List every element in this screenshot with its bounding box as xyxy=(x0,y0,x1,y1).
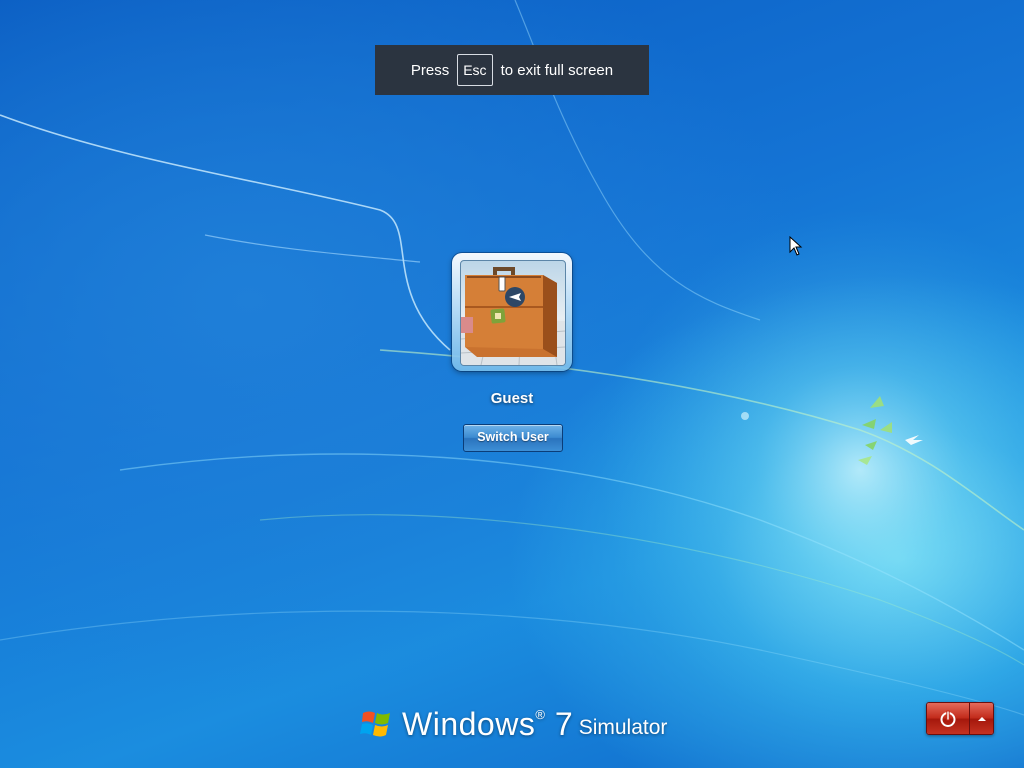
fullscreen-prefix: Press xyxy=(410,61,450,79)
user-name: Guest xyxy=(490,390,534,407)
shutdown-options-button[interactable] xyxy=(970,703,993,734)
product-name: Simulator xyxy=(578,716,668,739)
windows-wordmark: Windows xyxy=(402,705,536,742)
power-controls xyxy=(926,702,994,735)
windows-flag-icon xyxy=(360,711,390,737)
mouse-cursor-icon xyxy=(789,236,803,256)
triangle-up-icon xyxy=(977,716,986,721)
fullscreen-suffix: to exit full screen xyxy=(500,61,614,79)
shutdown-button[interactable] xyxy=(927,703,970,734)
suitcase-icon xyxy=(461,267,565,365)
user-tile[interactable] xyxy=(452,253,572,371)
windows-branding: Windows ® 7 Simulator xyxy=(360,702,667,746)
version-number: 7 xyxy=(554,705,573,742)
wallpaper xyxy=(0,0,1024,768)
switch-user-button[interactable]: Switch User xyxy=(463,424,563,452)
user-picture xyxy=(460,260,566,366)
esc-key: Esc xyxy=(457,54,493,86)
fullscreen-notice: Press Esc to exit full screen xyxy=(375,45,649,95)
registered-mark: ® xyxy=(535,706,545,722)
power-icon xyxy=(940,710,956,727)
